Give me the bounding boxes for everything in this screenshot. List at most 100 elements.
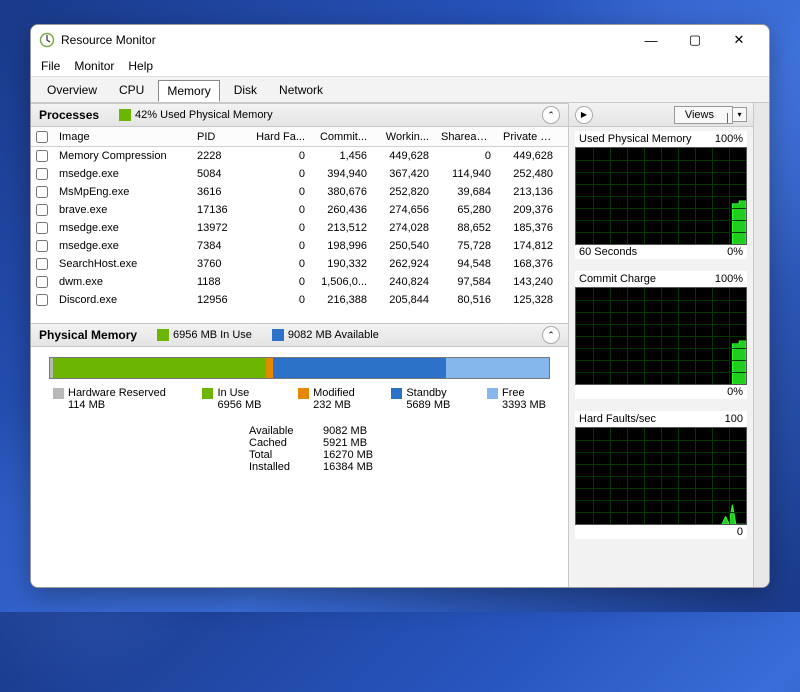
- inuse-icon: [157, 329, 169, 341]
- table-row[interactable]: SearchHost.exe 3760 0 190,332 262,924 94…: [31, 255, 568, 273]
- table-row[interactable]: Discord.exe 12956 0 216,388 205,844 80,5…: [31, 291, 568, 309]
- tabbar: Overview CPU Memory Disk Network: [31, 77, 769, 103]
- memory-bar: [49, 357, 550, 379]
- table-row[interactable]: msedge.exe 5084 0 394,940 367,420 114,94…: [31, 165, 568, 183]
- cell-working: 274,656: [373, 202, 435, 218]
- row-checkbox[interactable]: [36, 222, 48, 234]
- table-header[interactable]: Image PID Hard Fa... Commit... Workin...…: [31, 127, 568, 147]
- graph-commit-charge: Commit Charge100% 0%: [575, 271, 747, 399]
- graph3-canvas: [575, 427, 747, 525]
- cell-private: 168,376: [497, 256, 559, 272]
- processes-table: Image PID Hard Fa... Commit... Workin...…: [31, 127, 568, 323]
- cell-pid: 3616: [191, 184, 249, 200]
- cell-image: brave.exe: [53, 202, 191, 218]
- cell-commit: 213,512: [311, 220, 373, 236]
- table-row[interactable]: MsMpEng.exe 3616 0 380,676 252,820 39,68…: [31, 183, 568, 201]
- row-checkbox[interactable]: [36, 294, 48, 306]
- cell-image: SearchHost.exe: [53, 256, 191, 272]
- graph1-canvas: [575, 147, 747, 245]
- graph3-title: Hard Faults/sec: [579, 413, 656, 425]
- legend-hw: Hardware Reserved114 MB: [53, 387, 166, 411]
- cell-pid: 2228: [191, 148, 249, 164]
- processes-header[interactable]: Processes 42% Used Physical Memory ⌃: [31, 103, 568, 127]
- graph1-title: Used Physical Memory: [579, 133, 691, 145]
- cell-commit: 260,436: [311, 202, 373, 218]
- membar-seg-free: [446, 358, 549, 378]
- row-checkbox[interactable]: [36, 258, 48, 270]
- tab-disk[interactable]: Disk: [226, 80, 265, 100]
- cell-pid: 17136: [191, 202, 249, 218]
- row-checkbox[interactable]: [36, 204, 48, 216]
- views-dropdown-icon[interactable]: ▾: [733, 107, 747, 122]
- processes-title: Processes: [39, 108, 99, 122]
- cell-hardfaults: 0: [249, 184, 311, 200]
- cell-pid: 5084: [191, 166, 249, 182]
- table-row[interactable]: Memory Compression 2228 0 1,456 449,628 …: [31, 147, 568, 165]
- col-working[interactable]: Workin...: [373, 129, 435, 145]
- graph2-canvas: [575, 287, 747, 385]
- row-checkbox[interactable]: [36, 240, 48, 252]
- menubar: File Monitor Help: [31, 55, 769, 77]
- col-pid[interactable]: PID: [191, 129, 249, 145]
- table-row[interactable]: msedge.exe 13972 0 213,512 274,028 88,65…: [31, 219, 568, 237]
- menu-file[interactable]: File: [41, 59, 60, 73]
- cell-commit: 216,388: [311, 292, 373, 308]
- col-image[interactable]: Image: [53, 129, 191, 145]
- collapse-physmem-button[interactable]: ⌃: [542, 326, 560, 344]
- menu-help[interactable]: Help: [128, 59, 153, 73]
- cell-private: 143,240: [497, 274, 559, 290]
- col-commit[interactable]: Commit...: [311, 129, 373, 145]
- cell-hardfaults: 0: [249, 274, 311, 290]
- cell-commit: 1,506,0...: [311, 274, 373, 290]
- processes-summary: 42% Used Physical Memory: [119, 109, 273, 121]
- titlebar[interactable]: Resource Monitor — ▢ ✕: [31, 25, 769, 55]
- collapse-processes-button[interactable]: ⌃: [542, 106, 560, 124]
- cell-working: 449,628: [373, 148, 435, 164]
- cell-commit: 1,456: [311, 148, 373, 164]
- graph1-foot-right: 0%: [727, 246, 743, 258]
- menu-monitor[interactable]: Monitor: [74, 59, 114, 73]
- graph-used-memory: Used Physical Memory100% 60 Seconds0%: [575, 131, 747, 259]
- cell-image: msedge.exe: [53, 238, 191, 254]
- physmem-available: 9082 MB Available: [272, 329, 379, 341]
- tab-cpu[interactable]: CPU: [111, 80, 152, 100]
- row-checkbox[interactable]: [36, 276, 48, 288]
- cell-hardfaults: 0: [249, 148, 311, 164]
- scrollbar[interactable]: [753, 103, 769, 587]
- play-button[interactable]: ▶: [575, 106, 593, 124]
- col-private[interactable]: Private (...: [497, 129, 559, 145]
- legend-inuse: In Use6956 MB: [202, 387, 261, 411]
- cell-pid: 12956: [191, 292, 249, 308]
- legend-mod: Modified232 MB: [298, 387, 355, 411]
- app-icon: [39, 32, 55, 48]
- minimize-button[interactable]: —: [629, 26, 673, 54]
- legend-free: Free3393 MB: [487, 387, 546, 411]
- resource-monitor-window: Resource Monitor — ▢ ✕ File Monitor Help…: [30, 24, 770, 588]
- row-checkbox[interactable]: [36, 150, 48, 162]
- cell-pid: 7384: [191, 238, 249, 254]
- cell-hardfaults: 0: [249, 292, 311, 308]
- views-button[interactable]: Views: [674, 106, 733, 124]
- col-shareable[interactable]: Shareab...: [435, 129, 497, 145]
- row-checkbox[interactable]: [36, 168, 48, 180]
- table-row[interactable]: dwm.exe 1188 0 1,506,0... 240,824 97,584…: [31, 273, 568, 291]
- tab-network[interactable]: Network: [271, 80, 331, 100]
- cell-shareable: 97,584: [435, 274, 497, 290]
- col-hardfaults[interactable]: Hard Fa...: [249, 129, 311, 145]
- graph2-foot-right: 0%: [727, 386, 743, 398]
- cell-private: 449,628: [497, 148, 559, 164]
- row-checkbox[interactable]: [36, 186, 48, 198]
- physmem-header[interactable]: Physical Memory 6956 MB In Use 9082 MB A…: [31, 323, 568, 347]
- graph1-foot-left: 60 Seconds: [579, 246, 637, 258]
- maximize-button[interactable]: ▢: [673, 26, 717, 54]
- cell-private: 174,812: [497, 238, 559, 254]
- cell-private: 252,480: [497, 166, 559, 182]
- table-row[interactable]: msedge.exe 7384 0 198,996 250,540 75,728…: [31, 237, 568, 255]
- table-row[interactable]: brave.exe 17136 0 260,436 274,656 65,280…: [31, 201, 568, 219]
- tab-overview[interactable]: Overview: [39, 80, 105, 100]
- cell-shareable: 39,684: [435, 184, 497, 200]
- cell-private: 209,376: [497, 202, 559, 218]
- select-all-checkbox[interactable]: [36, 131, 48, 143]
- tab-memory[interactable]: Memory: [158, 80, 219, 102]
- close-button[interactable]: ✕: [717, 26, 761, 54]
